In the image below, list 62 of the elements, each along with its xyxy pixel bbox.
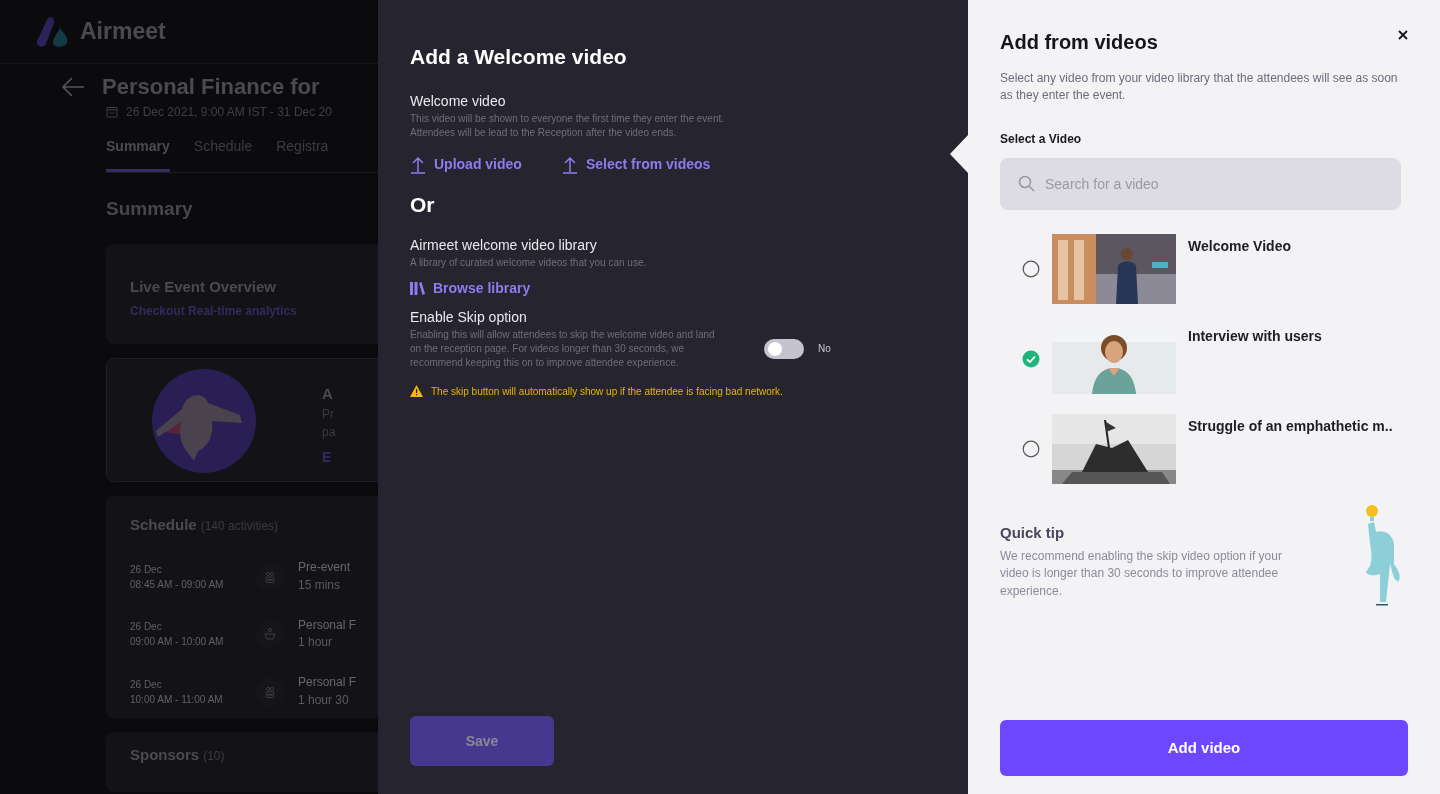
- field-description: A library of curated welcome videos that you can use.: [410, 255, 648, 270]
- field-label: Enable Skip option: [410, 307, 528, 327]
- or-divider-text: Or: [410, 192, 436, 219]
- calendar-icon: [106, 106, 118, 118]
- upload-video-link[interactable]: Upload video: [410, 154, 522, 176]
- session-date: 26 Dec: [130, 562, 163, 577]
- card-link[interactable]: E: [322, 447, 336, 468]
- drawer-description: Select any video from your video library that the attendees will see as soon as they enter the event.: [1000, 70, 1399, 104]
- tip-title: Quick tip: [1000, 522, 1066, 543]
- session-date: 26 Dec: [130, 620, 163, 635]
- browse-library-link[interactable]: Browse library: [410, 277, 936, 299]
- session-duration: 15 mins: [298, 576, 342, 594]
- panel-title: Add a Welcome video: [410, 44, 628, 70]
- warning-icon: [410, 385, 423, 398]
- card-title: Schedule: [130, 514, 197, 535]
- session-time: 10:00 AM - 11:00 AM: [130, 693, 224, 707]
- session-name: Pre-event: [298, 560, 351, 576]
- session-date: 26 Dec: [130, 678, 163, 692]
- event-title: Personal Finance for: [102, 73, 320, 101]
- tab[interactable]: Summary: [106, 135, 170, 172]
- logo-text: Airmeet: [80, 17, 166, 47]
- close-button[interactable]: [1396, 28, 1410, 42]
- toggle-state-label: No: [818, 342, 831, 357]
- session-duration: 1 hour: [298, 634, 334, 652]
- card-title: A: [322, 383, 334, 404]
- session-duration: 1 hour 30: [298, 691, 350, 709]
- close-icon: [1398, 30, 1408, 40]
- field-label: Welcome video: [410, 92, 507, 112]
- session-name: Personal F: [298, 617, 357, 634]
- tip-text: We recommend enabling the skip video option if your video is longer than 30 seconds to improve attendee experience.: [1000, 548, 1283, 600]
- card-title: Live Event Overview: [130, 276, 277, 297]
- video-title: Interview with users: [1188, 326, 1322, 346]
- field-description: Enabling this will allow attendees to skip the welcome video and land on the reception page. For videos longer than 30 seconds, we recommend keeping this on to improve attendee experience.: [410, 327, 716, 370]
- drawer-title: Add from videos: [1000, 30, 1158, 54]
- video-title: Welcome Video: [1188, 236, 1291, 256]
- skip-toggle[interactable]: [764, 338, 804, 359]
- select-videos-link[interactable]: Select from videos: [561, 154, 711, 176]
- back-arrow-icon[interactable]: [60, 75, 86, 98]
- upload-icon: [410, 155, 426, 174]
- analytics-link[interactable]: Checkout Real-time analytics: [130, 304, 297, 318]
- card-title: Sponsors: [130, 744, 200, 765]
- field-label: Airmeet welcome video library: [410, 235, 598, 255]
- session-name: Personal F: [298, 675, 357, 691]
- video-title: Struggle of an emphathetic m..: [1188, 416, 1393, 436]
- section-heading: Summary: [106, 197, 194, 221]
- field-description: This video will be shown to everyone the first time they enter the event. Attendees will be lead to the Reception after the video ends.: [410, 112, 726, 141]
- upload-icon: [561, 155, 578, 174]
- selected-check[interactable]: [1022, 349, 1040, 368]
- podium-icon: [263, 627, 277, 642]
- search-field[interactable]: Search for a video: [1000, 157, 1401, 210]
- library-icon: [410, 281, 425, 295]
- people-icon: [263, 569, 277, 584]
- field-label: Select a Video: [1000, 130, 1083, 148]
- radio-button[interactable]: [1022, 259, 1040, 278]
- people-icon: [263, 685, 277, 699]
- warning-text: The skip button will automatically show up if the attendee is facing bad network.: [431, 384, 783, 399]
- session-time: 09:00 AM - 10:00 AM: [130, 635, 225, 650]
- radio-button[interactable]: [1022, 439, 1040, 458]
- search-icon: [1018, 174, 1035, 192]
- logo-icon: [36, 15, 70, 48]
- session-time: 08:45 AM - 09:00 AM: [130, 577, 225, 592]
- add-video-button[interactable]: Add video: [1000, 720, 1408, 776]
